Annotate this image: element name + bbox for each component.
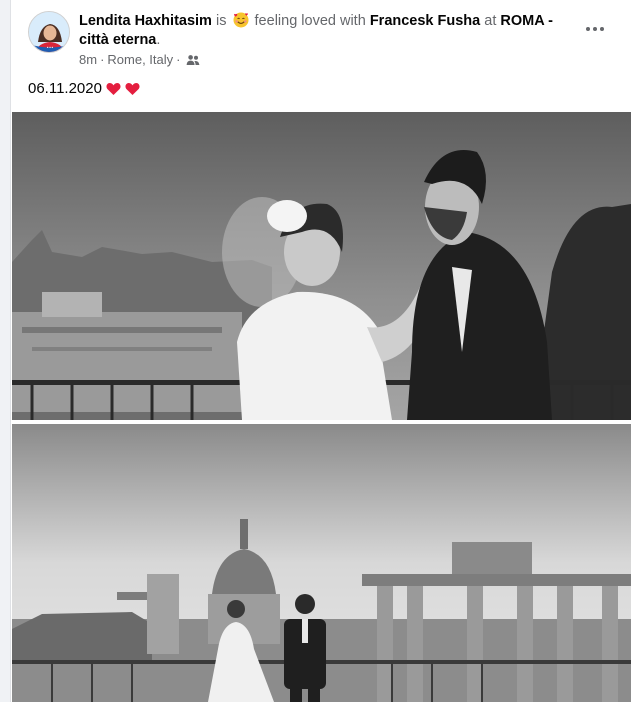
more-options-button[interactable] [577,14,613,44]
byline-period: . [156,32,161,48]
post-text: 06.11.2020 [28,80,140,97]
at-word: at [484,13,497,29]
author-avatar[interactable]: ••• [28,11,70,53]
people-icon[interactable] [186,54,200,66]
post-text-content: 06.11.2020 [28,80,102,97]
svg-text:•••: ••• [46,45,53,50]
post-location[interactable]: Rome, Italy [107,52,173,67]
tagged-person-link[interactable]: Francesk Fusha [370,13,480,29]
post-card: ••• Lendita Haxhitasim is feeling loved … [10,0,640,702]
wedding-rooftop-photo [12,112,631,420]
post-photo-1[interactable] [12,112,631,420]
heart-icon [106,82,121,96]
is-word: is [215,13,227,29]
post-header: ••• Lendita Haxhitasim is feeling loved … [11,0,640,76]
post-meta: 8m · Rome, Italy · [79,52,200,67]
wedding-forum-photo [12,424,631,702]
heart-icon [125,82,140,96]
author-name[interactable]: Lendita Haxhitasim [79,13,212,29]
smiling-face-with-hearts-icon [233,12,249,28]
post-photo-2[interactable] [12,424,631,702]
post-time[interactable]: 8m [79,52,97,67]
post-byline: Lendita Haxhitasim is feeling loved with… [79,12,584,50]
meta-separator: · [100,52,105,67]
more-horizontal-icon [586,27,604,31]
avatar-image: ••• [29,12,69,52]
meta-separator-2: · [176,52,181,67]
feeling-text: feeling loved with [254,13,366,29]
